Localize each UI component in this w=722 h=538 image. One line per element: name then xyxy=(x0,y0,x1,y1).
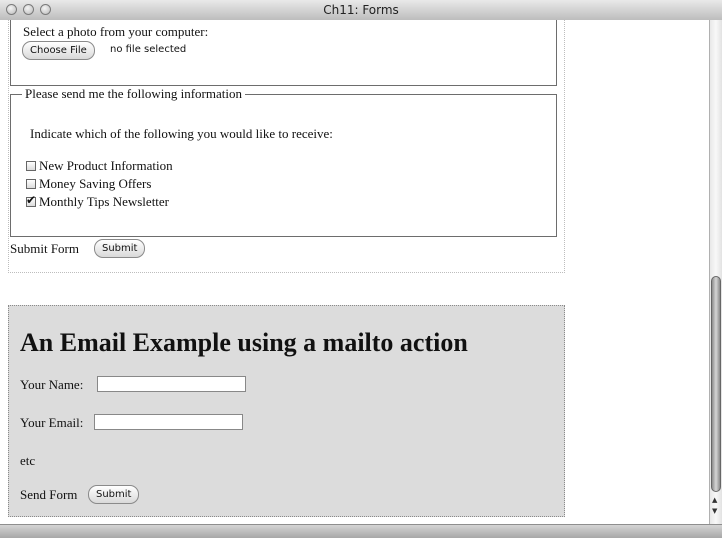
monthly-tips-checkbox[interactable] xyxy=(26,193,36,207)
choose-file-button[interactable]: Choose File xyxy=(22,41,95,60)
send-form-button[interactable]: Submit xyxy=(88,485,140,504)
title-bar: Ch11: Forms xyxy=(0,0,722,21)
option-new-product[interactable]: New Product Information xyxy=(26,158,173,174)
your-email-input[interactable] xyxy=(94,414,243,430)
money-saving-label: Money Saving Offers xyxy=(39,176,152,191)
file-status-text: no file selected xyxy=(110,44,187,55)
scroll-up-arrow-icon[interactable]: ▲ xyxy=(712,496,717,504)
vertical-scrollbar[interactable]: ▲ ▼ xyxy=(709,20,722,524)
your-email-label: Your Email: xyxy=(20,415,84,430)
etc-text: etc xyxy=(20,453,36,468)
info-prompt: Indicate which of the following you woul… xyxy=(30,126,333,141)
mailto-section: An Email Example using a mailto action Y… xyxy=(8,305,565,517)
window-title: Ch11: Forms xyxy=(323,3,399,17)
mailto-heading: An Email Example using a mailto action xyxy=(20,328,468,357)
submit-form-label: Submit Form xyxy=(10,241,79,256)
money-saving-checkbox[interactable] xyxy=(26,179,36,189)
page-content: Select a photo from your computer: Choos… xyxy=(0,20,709,524)
monthly-tips-label: Monthly Tips Newsletter xyxy=(39,194,170,209)
submit-button[interactable]: Submit xyxy=(94,239,146,258)
send-form-label: Send Form xyxy=(20,487,78,502)
photo-upload-label: Select a photo from your computer: xyxy=(23,24,209,39)
new-product-checkbox[interactable] xyxy=(26,161,36,171)
your-name-input[interactable] xyxy=(97,376,246,392)
new-product-label: New Product Information xyxy=(39,158,173,173)
window-bottom-bar xyxy=(0,524,722,538)
your-name-label: Your Name: xyxy=(20,377,84,392)
option-money-saving[interactable]: Money Saving Offers xyxy=(26,176,151,192)
option-monthly-tips[interactable]: Monthly Tips Newsletter xyxy=(26,193,170,210)
scroll-down-arrow-icon[interactable]: ▼ xyxy=(712,507,717,515)
scrollbar-thumb[interactable] xyxy=(711,276,721,492)
info-legend: Please send me the following information xyxy=(22,86,245,102)
